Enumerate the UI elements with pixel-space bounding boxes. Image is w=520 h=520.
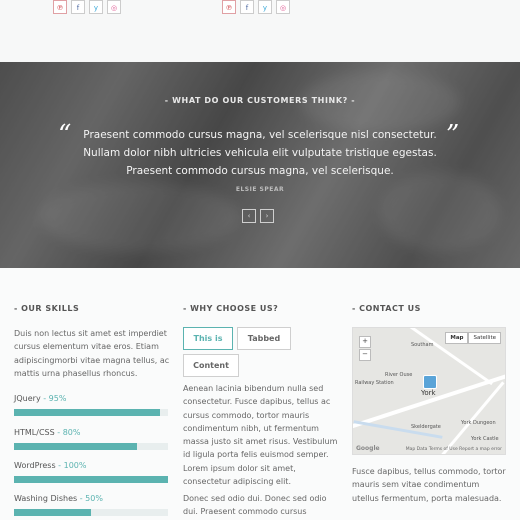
- next-button[interactable]: ›: [260, 209, 274, 223]
- facebook-icon[interactable]: f: [71, 0, 85, 14]
- skill-bar: [14, 509, 168, 516]
- prev-button[interactable]: ‹: [242, 209, 256, 223]
- testimonials-title: - WHAT DO OUR CUSTOMERS THINK? -: [164, 96, 356, 105]
- zoom-in-button[interactable]: +: [359, 336, 371, 348]
- contact-text: Fusce dapibus, tellus commodo, tortor ma…: [352, 467, 506, 503]
- testimonial-text: Praesent commodo cursus magna, vel scele…: [83, 129, 437, 177]
- skills-title: - OUR SKILLS: [14, 304, 80, 313]
- map-zoom-control: + −: [359, 336, 371, 362]
- map-type-map-button[interactable]: Map: [445, 332, 469, 344]
- pinterest-icon[interactable]: ℗: [222, 0, 236, 14]
- twitter-icon[interactable]: y: [89, 0, 103, 14]
- pinterest-icon[interactable]: ℗: [53, 0, 67, 14]
- skill-bar-fill: [14, 409, 161, 416]
- map-type-satellite-button[interactable]: Satellite: [468, 332, 501, 344]
- map-label: York Dungeon: [461, 420, 496, 426]
- facebook-icon[interactable]: f: [240, 0, 254, 14]
- skill-label: HTML/CSS - 80%: [14, 428, 81, 437]
- skill-label: JQuery - 95%: [14, 394, 67, 403]
- map-road: [431, 381, 505, 454]
- skill-label: WordPress - 100%: [14, 461, 87, 470]
- tab-content[interactable]: Content: [183, 354, 239, 377]
- skill-bar: [14, 409, 168, 416]
- tab-this-is[interactable]: This is: [183, 327, 233, 350]
- contact-title: - CONTACT US: [352, 304, 421, 313]
- skill-bar-fill: [14, 509, 91, 516]
- social-links-right: ℗ f y ◎: [222, 0, 290, 14]
- map-label: Southam: [411, 342, 434, 348]
- map-footer: Map Data Terms of Use Report a map error: [405, 447, 502, 452]
- testimonial-author: ELSIE SPEAR: [235, 186, 285, 193]
- map-label: Railway Station: [355, 380, 394, 386]
- location-map[interactable]: + − Map Satellite Railway Station River …: [352, 327, 506, 455]
- dribbble-icon[interactable]: ◎: [107, 0, 121, 14]
- map-label: Skeldergate: [411, 424, 441, 430]
- skill-bar-fill: [14, 443, 138, 450]
- why-paragraph: Aenean lacinia bibendum nulla sed consec…: [183, 384, 338, 487]
- skill-bar: [14, 443, 168, 450]
- twitter-icon[interactable]: y: [258, 0, 272, 14]
- map-label: York Castle: [471, 436, 499, 442]
- skills-intro: Duis non lectus sit amet est imperdiet c…: [14, 329, 170, 378]
- info-section: - OUR SKILLS Duis non lectus sit amet es…: [0, 268, 520, 520]
- testimonials-section: - WHAT DO OUR CUSTOMERS THINK? - “ ” Pra…: [0, 62, 520, 268]
- google-logo: Google: [356, 445, 380, 452]
- close-quote-icon: ”: [446, 120, 460, 150]
- social-links-left: ℗ f y ◎: [53, 0, 121, 14]
- map-marker-icon[interactable]: [423, 375, 437, 389]
- skill-bar-fill: [14, 476, 168, 483]
- why-title: - WHY CHOOSE US?: [183, 304, 279, 313]
- team-strip: ℗ f y ◎ ℗ f y ◎: [0, 0, 520, 62]
- open-quote-icon: “: [58, 120, 72, 150]
- skill-bar: [14, 476, 168, 483]
- map-label: York: [421, 389, 436, 397]
- map-type-control: Map Satellite: [445, 332, 501, 344]
- zoom-out-button[interactable]: −: [359, 349, 371, 361]
- testimonial-pager: ‹ ›: [242, 209, 274, 223]
- map-label: River Ouse: [385, 372, 413, 378]
- dribbble-icon[interactable]: ◎: [276, 0, 290, 14]
- skill-label: Washing Dishes - 50%: [14, 494, 103, 503]
- tab-tabbed[interactable]: Tabbed: [237, 327, 291, 350]
- why-paragraph-2: Donec sed odio dui. Donec sed odio dui. …: [183, 494, 327, 517]
